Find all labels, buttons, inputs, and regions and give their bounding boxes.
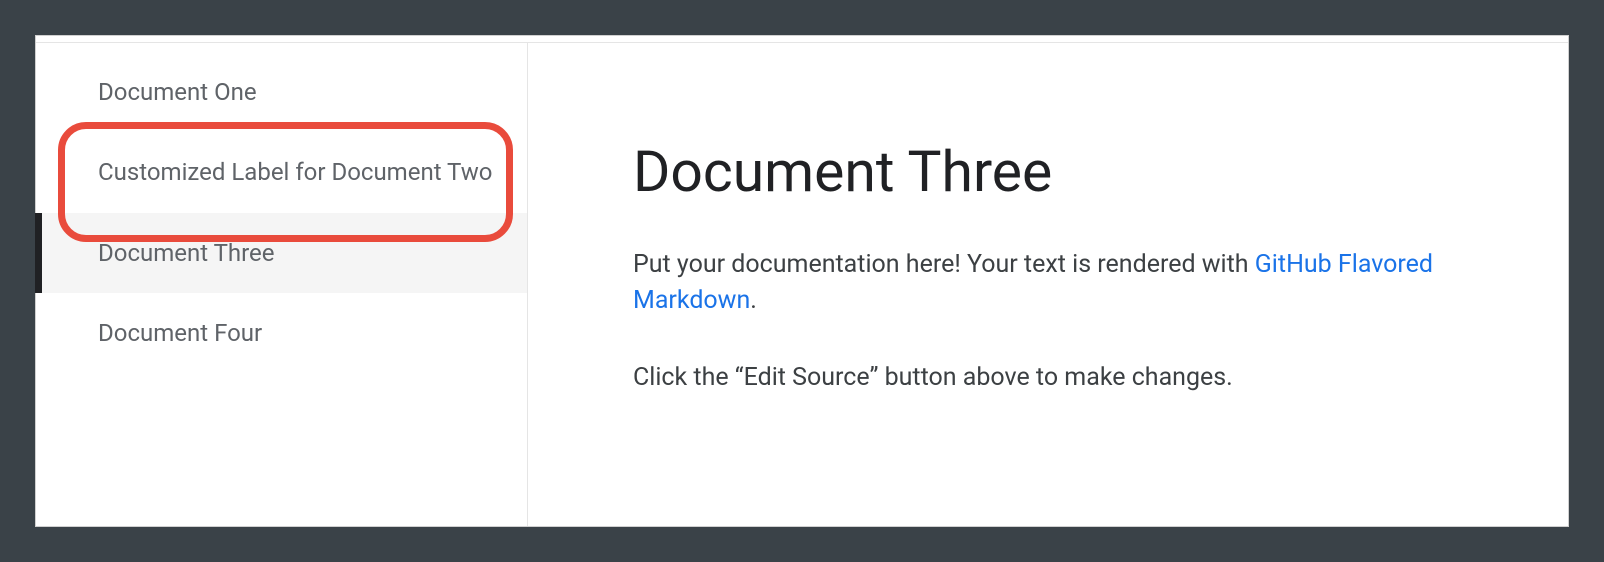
sidebar-item-label: Document One: [98, 78, 257, 106]
instruction-paragraph: Click the “Edit Source” button above to …: [633, 360, 1508, 396]
body-row: Document One Customized Label for Docume…: [36, 43, 1568, 526]
sidebar-item-document-three[interactable]: Document Three: [36, 213, 527, 293]
sidebar-item-document-two[interactable]: Customized Label for Document Two: [36, 132, 527, 212]
intro-text-after: .: [750, 286, 757, 315]
sidebar-item-label: Document Three: [98, 239, 275, 267]
sidebar-item-document-one[interactable]: Document One: [36, 52, 527, 132]
intro-paragraph: Put your documentation here! Your text i…: [633, 247, 1508, 320]
content-area: Document Three Put your documentation he…: [528, 43, 1568, 526]
sidebar: Document One Customized Label for Docume…: [36, 43, 528, 526]
app-window: Document One Customized Label for Docume…: [35, 35, 1569, 527]
page-title: Document Three: [633, 138, 1508, 205]
intro-text-before: Put your documentation here! Your text i…: [633, 250, 1255, 279]
sidebar-item-document-four[interactable]: Document Four: [36, 293, 527, 373]
sidebar-item-label: Document Four: [98, 319, 262, 347]
top-strip: [36, 36, 1568, 43]
active-indicator: [35, 213, 42, 293]
sidebar-item-label: Customized Label for Document Two: [98, 158, 492, 186]
